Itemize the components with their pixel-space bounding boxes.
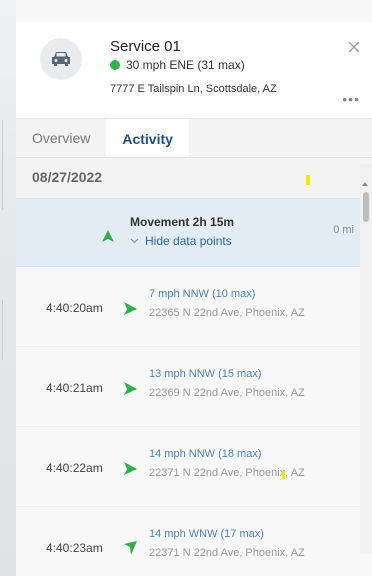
movement-distance: 0 mi [333, 224, 354, 236]
tab-bar: Overview Activity [16, 119, 372, 158]
data-point-row[interactable]: 4:40:23am 14 mph WNW (17 max) 22371 N 22… [16, 507, 372, 576]
heading-arrow-icon [122, 380, 138, 401]
data-point-row[interactable]: 4:40:20am 7 mph NNW (10 max) 22365 N 22n… [16, 267, 372, 347]
point-speed: 13 mph NNW (15 max) [149, 368, 262, 380]
vehicle-status: 30 mph ENE (31 max) [110, 58, 245, 72]
tab-activity[interactable]: Activity [106, 119, 189, 157]
point-address: 22365 N 22nd Ave, Phoenix, AZ [149, 307, 305, 319]
point-time: 4:40:22am [46, 461, 103, 475]
movement-title: Movement 2h 15m [130, 215, 235, 229]
scrollbar[interactable] [360, 164, 372, 554]
top-bar [16, 0, 372, 23]
map-road [2, 300, 3, 360]
point-speed: 14 mph NNW (18 max) [149, 448, 262, 460]
vehicle-header: Service 01 30 mph ENE (31 max) 7777 E Ta… [16, 22, 372, 119]
date-header: 08/27/2022 [16, 158, 372, 199]
activity-list: Movement 2h 15m Hide data points 0 mi 4:… [16, 199, 372, 576]
movement-summary[interactable]: Movement 2h 15m Hide data points 0 mi [16, 199, 372, 267]
scrollbar-thumb[interactable] [363, 192, 369, 222]
highlight-mark [306, 175, 310, 185]
vehicle-name: Service 01 [110, 38, 181, 55]
map-background[interactable] [0, 0, 17, 576]
chevron-down-icon [130, 238, 139, 244]
point-time: 4:40:20am [46, 301, 103, 315]
more-options-icon[interactable]: ••• [342, 92, 360, 106]
point-address: 22369 N 22nd Ave, Phoenix, AZ [149, 387, 305, 399]
scroll-up-icon[interactable] [362, 182, 368, 186]
vehicle-status-text: 30 mph ENE (31 max) [126, 58, 245, 72]
hide-data-points-label: Hide data points [145, 234, 232, 248]
activity-date: 08/27/2022 [32, 169, 103, 185]
vehicle-panel: Service 01 30 mph ENE (31 max) 7777 E Ta… [16, 22, 372, 576]
movement-arrow-icon [101, 229, 115, 248]
car-icon [40, 38, 82, 80]
map-road [2, 120, 3, 210]
tab-overview[interactable]: Overview [16, 119, 106, 157]
point-time: 4:40:23am [46, 541, 103, 555]
heading-arrow-icon [122, 540, 138, 561]
hide-data-points-link[interactable]: Hide data points [130, 234, 232, 248]
point-time: 4:40:21am [46, 381, 103, 395]
data-point-row[interactable]: 4:40:22am 14 mph NNW (18 max) 22371 N 22… [16, 427, 372, 507]
heading-arrow-icon [122, 300, 138, 321]
status-dot [110, 60, 120, 70]
point-address: 22371 N 22nd Ave, Phoenix, AZ [149, 547, 305, 559]
point-speed: 7 mph NNW (10 max) [149, 288, 256, 300]
heading-arrow-icon [122, 460, 138, 481]
close-icon[interactable] [346, 39, 362, 55]
vehicle-address: 7777 E Tailspin Ln, Scottsdale, AZ [110, 83, 277, 95]
point-speed: 14 mph WNW (17 max) [149, 528, 264, 540]
highlight-mark [282, 471, 285, 479]
data-point-row[interactable]: 4:40:21am 13 mph NNW (15 max) 22369 N 22… [16, 347, 372, 427]
